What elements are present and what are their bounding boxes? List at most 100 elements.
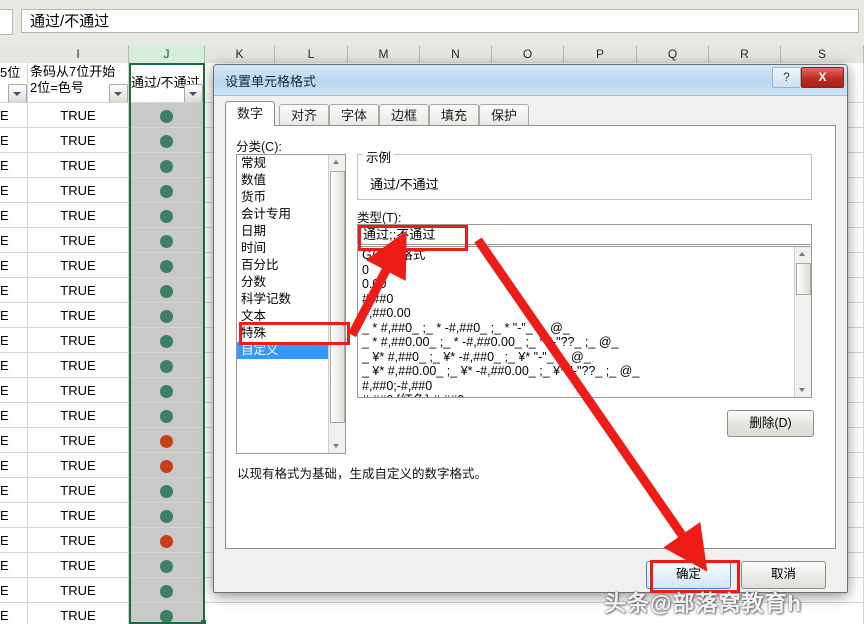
cell-J-13[interactable] — [129, 428, 205, 453]
column-header-I[interactable]: I — [28, 45, 129, 63]
cell-J-16[interactable] — [129, 503, 205, 528]
cell-H-13[interactable]: E — [0, 428, 28, 453]
tab-2[interactable]: 字体 — [329, 104, 379, 126]
help-icon[interactable]: ? — [772, 67, 801, 88]
column-I-header-cell[interactable]: 条码从7位开始 2位=色号 — [28, 63, 129, 103]
cell-I-14[interactable]: TRUE — [28, 453, 129, 478]
close-icon[interactable]: X — [801, 67, 844, 88]
cell-H-8[interactable]: E — [0, 303, 28, 328]
cell-J-1[interactable] — [129, 128, 205, 153]
cell-I-3[interactable]: TRUE — [28, 178, 129, 203]
type-item-2[interactable]: 0.00 — [358, 277, 794, 292]
cell-J-6[interactable] — [129, 253, 205, 278]
cell-I-6[interactable]: TRUE — [28, 253, 129, 278]
type-scroll-up-icon[interactable] — [795, 247, 810, 262]
cell-J-7[interactable] — [129, 278, 205, 303]
column-header-S[interactable]: S — [781, 45, 864, 63]
column-header-R[interactable]: R — [709, 45, 781, 63]
type-item-5[interactable]: _ * #,##0_ ;_ * -#,##0_ ;_ * "-"_ ;_ @_ — [358, 321, 794, 336]
cell-H-11[interactable]: E — [0, 378, 28, 403]
type-item-6[interactable]: _ * #,##0.00_ ;_ * -#,##0.00_ ;_ * "-"??… — [358, 335, 794, 350]
cell-I-8[interactable]: TRUE — [28, 303, 129, 328]
type-items[interactable]: G/通用格式00.00#,##0#,##0.00_ * #,##0_ ;_ * … — [358, 248, 794, 398]
column-J-header-cell[interactable]: 通过/不通过 — [129, 63, 205, 103]
cell-J-20[interactable] — [129, 603, 205, 624]
cell-I-16[interactable]: TRUE — [28, 503, 129, 528]
type-scroll-thumb[interactable] — [796, 263, 811, 295]
cell-H-17[interactable]: E — [0, 528, 28, 553]
cell-J-4[interactable] — [129, 203, 205, 228]
category-item-4[interactable]: 日期 — [237, 223, 328, 240]
cell-J-2[interactable] — [129, 153, 205, 178]
column-header-J[interactable]: J — [129, 45, 205, 63]
cell-J-10[interactable] — [129, 353, 205, 378]
dialog-tabstrip[interactable]: 数字对齐字体边框填充保护 — [225, 101, 836, 126]
tab-0[interactable]: 数字 — [225, 101, 275, 126]
cell-H-3[interactable]: E — [0, 178, 28, 203]
column-header-O[interactable]: O — [492, 45, 564, 63]
column-header-Q[interactable]: Q — [637, 45, 709, 63]
type-listbox[interactable]: G/通用格式00.00#,##0#,##0.00_ * #,##0_ ;_ * … — [357, 246, 812, 398]
column-header-N[interactable]: N — [420, 45, 492, 63]
cell-J-3[interactable] — [129, 178, 205, 203]
cell-H-12[interactable]: E — [0, 403, 28, 428]
cell-I-0[interactable]: TRUE — [28, 103, 129, 128]
cell-J-5[interactable] — [129, 228, 205, 253]
scroll-thumb[interactable] — [330, 171, 345, 423]
type-item-3[interactable]: #,##0 — [358, 292, 794, 307]
cell-I-1[interactable]: TRUE — [28, 128, 129, 153]
column-J-cells[interactable]: 通过/不通过 — [129, 63, 205, 624]
cell-I-15[interactable]: TRUE — [28, 478, 129, 503]
column-header-K[interactable]: K — [205, 45, 275, 63]
category-item-2[interactable]: 货币 — [237, 189, 328, 206]
cell-H-15[interactable]: E — [0, 478, 28, 503]
cell-J-18[interactable] — [129, 553, 205, 578]
category-item-0[interactable]: 常规 — [237, 155, 328, 172]
cell-I-9[interactable]: TRUE — [28, 328, 129, 353]
type-item-7[interactable]: _ ¥* #,##0_ ;_ ¥* -#,##0_ ;_ ¥* "-"_ ;_ … — [358, 350, 794, 365]
column-I-cells[interactable]: 条码从7位开始 2位=色号TRUETRUETRUETRUETRUETRUETRU… — [28, 63, 129, 624]
cell-H-6[interactable]: E — [0, 253, 28, 278]
cell-H-1[interactable]: E — [0, 128, 28, 153]
cancel-button[interactable]: 取消 — [741, 561, 826, 589]
cell-H-0[interactable]: E — [0, 103, 28, 128]
cell-H-2[interactable]: E — [0, 153, 28, 178]
cell-J-17[interactable] — [129, 528, 205, 553]
scroll-up-icon[interactable] — [329, 155, 344, 170]
type-item-10[interactable]: #,##0;[红色]-#,##0 — [358, 393, 794, 398]
cell-I-19[interactable]: TRUE — [28, 578, 129, 603]
column-H-header-cell[interactable]: 5位 — [0, 63, 28, 103]
column-H-cells[interactable]: 5位EEEEEEEEEEEEEEEEEEEEEEE — [0, 63, 28, 624]
category-scrollbar[interactable] — [328, 155, 345, 453]
cell-H-7[interactable]: E — [0, 278, 28, 303]
name-box[interactable] — [0, 9, 13, 35]
cell-I-4[interactable]: TRUE — [28, 203, 129, 228]
cell-J-9[interactable] — [129, 328, 205, 353]
tab-1[interactable]: 对齐 — [279, 104, 329, 126]
formula-input[interactable]: 通过/不通过 — [21, 9, 859, 33]
cell-H-14[interactable]: E — [0, 453, 28, 478]
filter-dropdown-icon-I[interactable] — [109, 84, 128, 103]
category-item-5[interactable]: 时间 — [237, 240, 328, 257]
category-item-1[interactable]: 数值 — [237, 172, 328, 189]
type-item-8[interactable]: _ ¥* #,##0.00_ ;_ ¥* -#,##0.00_ ;_ ¥* "-… — [358, 364, 794, 379]
type-item-4[interactable]: #,##0.00 — [358, 306, 794, 321]
category-item-6[interactable]: 百分比 — [237, 257, 328, 274]
cell-I-2[interactable]: TRUE — [28, 153, 129, 178]
cell-I-5[interactable]: TRUE — [28, 228, 129, 253]
column-header-P[interactable]: P — [564, 45, 637, 63]
cell-H-20[interactable]: E — [0, 603, 28, 624]
cell-H-5[interactable]: E — [0, 228, 28, 253]
cell-J-12[interactable] — [129, 403, 205, 428]
cell-I-10[interactable]: TRUE — [28, 353, 129, 378]
cell-J-8[interactable] — [129, 303, 205, 328]
cell-H-19[interactable]: E — [0, 578, 28, 603]
cell-I-20[interactable]: TRUE — [28, 603, 129, 624]
scroll-down-icon[interactable] — [329, 438, 344, 453]
category-item-8[interactable]: 科学记数 — [237, 291, 328, 308]
tab-3[interactable]: 边框 — [379, 104, 429, 126]
type-scrollbar[interactable] — [794, 247, 811, 397]
tab-5[interactable]: 保护 — [479, 104, 529, 126]
delete-button[interactable]: 删除(D) — [727, 410, 814, 437]
cell-J-15[interactable] — [129, 478, 205, 503]
